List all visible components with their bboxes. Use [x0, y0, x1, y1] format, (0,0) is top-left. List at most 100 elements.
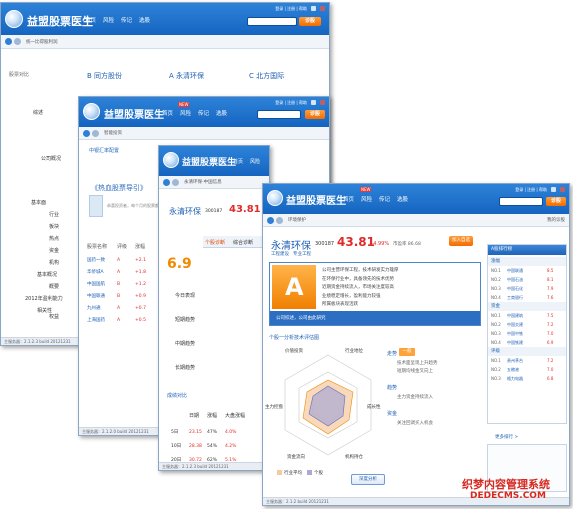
back-icon[interactable] — [83, 130, 90, 137]
minimize-button[interactable] — [311, 6, 316, 11]
nav-home[interactable]: 首页 — [85, 18, 96, 24]
tab-stock-diagnosis[interactable]: 个股诊断 — [205, 239, 225, 246]
radar-axis-label: 行业地位 — [345, 349, 363, 354]
close-button[interactable] — [320, 6, 325, 11]
table-row[interactable]: 华侨城A A +1.8 — [87, 267, 155, 279]
ranking-row[interactable]: NO.1 中国建筑 7.5 — [488, 311, 566, 320]
legend-industry: 行业平均 — [284, 471, 302, 476]
table-row[interactable]: 中国国航 B +1.2 — [87, 279, 155, 291]
login-link[interactable]: 登录 — [275, 6, 283, 11]
help-link[interactable]: 帮助 — [299, 6, 307, 11]
deep-analysis-button[interactable]: 深度分析 — [351, 474, 385, 485]
trend-badge: 一般 — [399, 348, 415, 356]
register-link[interactable]: 注册 — [527, 187, 535, 192]
breadcrumb: 智能投资 — [104, 131, 122, 136]
summary-title: 公司综述，公司由此研究 — [276, 316, 326, 321]
nav-risk[interactable]: 风险 — [103, 18, 114, 24]
ranking-row[interactable]: NO.3 格力电器 6.8 — [488, 374, 566, 383]
tab-fx[interactable]: 中银汇率配置 — [89, 147, 119, 154]
search-input[interactable] — [247, 17, 297, 26]
nav-pick[interactable]: 选股 — [216, 111, 227, 117]
nav-home[interactable]: 首页 — [233, 159, 243, 165]
login-link[interactable]: 登录 — [275, 100, 283, 105]
main-nav: 首页 风险 — [233, 158, 267, 165]
compare-label: 股票对比 — [9, 72, 30, 78]
minimize-button[interactable] — [551, 187, 556, 192]
side-label: 行业 — [49, 212, 60, 218]
side-label: 公司概况 — [41, 156, 62, 162]
back-icon[interactable] — [163, 179, 170, 186]
help-link[interactable]: 帮助 — [299, 100, 307, 105]
help-link[interactable]: 帮助 — [539, 187, 547, 192]
table-row[interactable]: 国药一致 A +2.1 — [87, 255, 155, 267]
forward-icon[interactable] — [14, 38, 21, 45]
tab-overall[interactable]: 综合诊断 — [233, 239, 253, 246]
ranking-row[interactable]: NO.3 中国中铁 7.0 — [488, 329, 566, 338]
forward-icon[interactable] — [92, 130, 99, 137]
rank-score: 6.9 — [547, 340, 554, 345]
rank-no: NO.1 — [491, 268, 501, 273]
nav-risk[interactable]: 风险 — [361, 197, 372, 203]
back-icon[interactable] — [5, 38, 12, 45]
col-grade: 评级 — [117, 244, 128, 250]
stock-b[interactable]: B 同方股份 — [87, 71, 122, 81]
row-today: 今日表现 — [175, 293, 196, 299]
ranking-row[interactable]: NO.2 中国石油 8.1 — [488, 275, 566, 284]
rank-name: 中国铁建 — [507, 340, 523, 345]
radar-axis-label: 资金流向 — [287, 455, 305, 460]
search-button[interactable]: 诊股 — [305, 110, 325, 119]
ranking-row[interactable]: NO.4 工商银行 7.6 — [488, 293, 566, 302]
nav-risk[interactable]: 风险 — [250, 159, 260, 165]
nav-risk[interactable]: 风险 — [180, 111, 191, 117]
nav-pick[interactable]: 选股 — [139, 18, 150, 24]
search-input[interactable] — [257, 110, 301, 119]
forward-icon[interactable] — [172, 179, 179, 186]
close-button[interactable] — [320, 100, 325, 105]
ranking-group-title: 评级 — [488, 347, 566, 356]
nav-bio[interactable]: 传记 — [198, 111, 209, 117]
side-label: 综述 — [33, 110, 44, 116]
rank-no: NO.3 — [491, 331, 501, 336]
table-row[interactable]: 九州通 A +0.7 — [87, 303, 155, 315]
ranking-row[interactable]: NO.2 五粮液 7.0 — [488, 365, 566, 374]
ranking-row[interactable]: NO.1 贵州茅台 7.2 — [488, 356, 566, 365]
stock-c[interactable]: C 北方国际 — [249, 71, 284, 81]
ranking-more-link[interactable]: 更多排行 > — [495, 434, 518, 440]
sub-tab-eng[interactable]: 工程建设 — [271, 251, 289, 257]
close-button[interactable] — [560, 187, 565, 192]
nav-home[interactable]: 首页 — [162, 111, 173, 117]
search-button[interactable]: 诊股 — [546, 197, 566, 206]
stock-a[interactable]: A 永清环保 — [169, 71, 204, 81]
search-input[interactable] — [499, 197, 543, 206]
add-watchlist-button[interactable]: 加入自选 — [449, 236, 473, 246]
grade-cell: A — [117, 306, 121, 311]
rank-score: 7.0 — [547, 331, 554, 336]
login-link[interactable]: 登录 — [515, 187, 523, 192]
rank-no: NO.2 — [491, 277, 501, 282]
forward-icon[interactable] — [276, 217, 283, 224]
ranking-header: A股排行榜 — [488, 245, 566, 255]
register-link[interactable]: 注册 — [287, 100, 295, 105]
minimize-button[interactable] — [311, 100, 316, 105]
rank-no: NO.2 — [491, 367, 501, 372]
my-diagnosis-link[interactable]: 我的诊股 — [547, 217, 565, 223]
sub-tab-pro[interactable]: 专业工程 — [293, 251, 311, 257]
nav-bio[interactable]: 传记 — [121, 18, 132, 24]
nav-pick[interactable]: 选股 — [397, 197, 408, 203]
search-button[interactable]: 诊股 — [299, 17, 321, 26]
rank-no: NO.3 — [491, 286, 501, 291]
nav-home[interactable]: 首页 — [343, 197, 354, 203]
nav-bio[interactable]: 传记 — [379, 197, 390, 203]
rank-name: 中国联通 — [507, 268, 523, 273]
table-row[interactable]: 上海国药 A +0.5 — [87, 315, 155, 327]
ranking-row[interactable]: NO.4 中国铁建 6.9 — [488, 338, 566, 347]
ranking-row[interactable]: NO.2 中国交建 7.2 — [488, 320, 566, 329]
back-icon[interactable] — [267, 217, 274, 224]
ranking-group-title: 资金 — [488, 302, 566, 311]
table-row[interactable]: 中国联通 B +0.9 — [87, 291, 155, 303]
ranking-row[interactable]: NO.1 中国联通 8.5 — [488, 266, 566, 275]
register-link[interactable]: 注册 — [287, 6, 295, 11]
value-cell: 28.38 — [189, 444, 202, 449]
ranking-row[interactable]: NO.3 中国石化 7.9 — [488, 284, 566, 293]
row-mid: 中期趋势 — [175, 341, 196, 347]
